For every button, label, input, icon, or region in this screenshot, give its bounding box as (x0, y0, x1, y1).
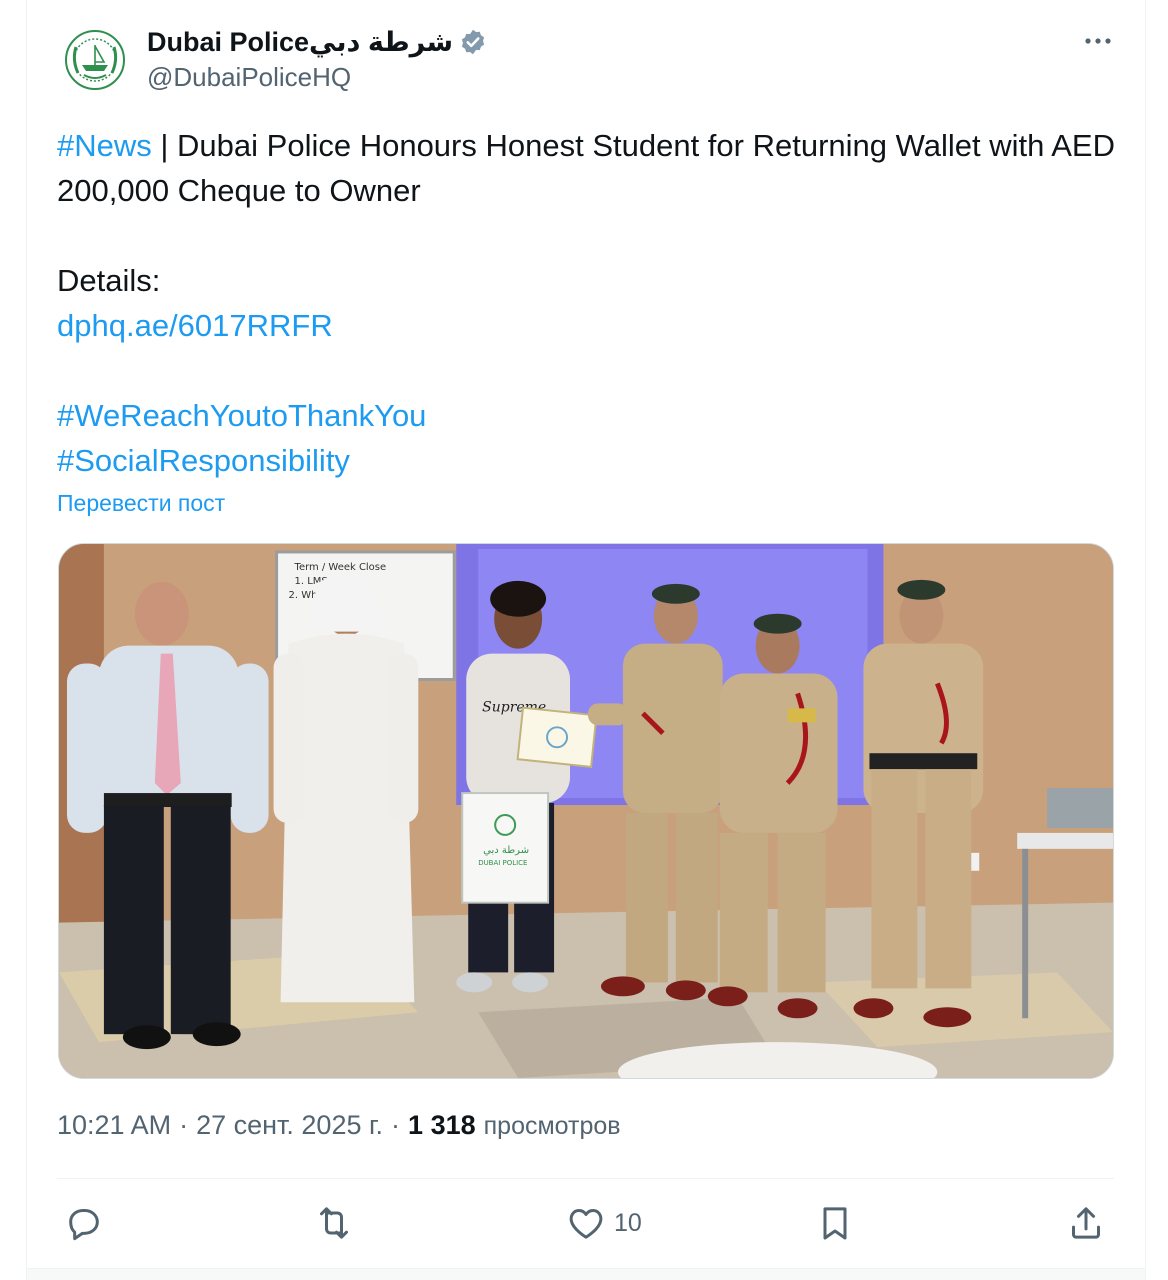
bag-text: شرطة دبي (483, 845, 529, 856)
hashtag-social-responsibility[interactable]: #SocialResponsibility (57, 438, 1127, 483)
whiteboard-text-1: Term / Week Close (294, 562, 387, 573)
more-button[interactable] (1080, 26, 1116, 56)
post-date[interactable]: 27 сент. 2025 г. (196, 1110, 383, 1141)
meta-separator: · (179, 1110, 189, 1140)
hashtag-thank-you[interactable]: #WeReachYoutoThankYou (57, 393, 1127, 438)
bookmark-icon (823, 1207, 847, 1240)
post-headline: #News | Dubai Police Honours Honest Stud… (57, 123, 1127, 213)
author-handle[interactable]: @DubaiPoliceHQ (147, 62, 351, 93)
views-count: 1 318 (408, 1110, 476, 1140)
headline-text: | Dubai Police Honours Honest Student fo… (57, 128, 1115, 208)
reply-button[interactable] (64, 1200, 104, 1246)
bookmark-button[interactable] (815, 1200, 855, 1246)
share-button[interactable] (1066, 1200, 1106, 1246)
reply-icon (69, 1209, 99, 1241)
translate-post-link[interactable]: Перевести пост (57, 490, 225, 517)
bag-text-2: DUBAI POLICE (478, 859, 527, 867)
avatar[interactable] (64, 29, 126, 91)
views-label: просмотров (483, 1112, 621, 1140)
post-time[interactable]: 10:21 AM (57, 1110, 171, 1141)
details-label: Details: (57, 263, 161, 298)
post-photo[interactable]: Term / Week Close 1. LMS 2. Wh Supreme ش… (58, 543, 1114, 1079)
actions-divider (57, 1178, 1114, 1179)
more-icon (1085, 38, 1111, 44)
whiteboard-text-3: 2. Wh (289, 590, 318, 601)
share-icon (1072, 1207, 1100, 1239)
like-button[interactable]: 10 (566, 1200, 642, 1246)
meta-separator-2: · (391, 1110, 401, 1140)
like-icon (569, 1209, 603, 1239)
author-display-name[interactable]: Dubai Policeشرطة دبي (147, 27, 453, 58)
post-meta: 10:21 AM · 27 сент. 2025 г. · 1 318 прос… (57, 1110, 621, 1141)
next-post-edge (27, 1268, 1145, 1280)
retweet-button[interactable] (314, 1200, 354, 1246)
ceremony-photo: Term / Week Close 1. LMS 2. Wh Supreme ش… (59, 544, 1113, 1078)
author-name-row[interactable]: Dubai Policeشرطة دبي (147, 24, 487, 60)
like-count: 10 (614, 1208, 642, 1237)
verified-badge-icon (461, 29, 485, 55)
hashtag-news[interactable]: #News (57, 128, 152, 163)
post-link[interactable]: dphq.ae/6017RRFR (57, 303, 1127, 348)
retweet-icon (320, 1207, 348, 1239)
dubai-police-logo (65, 30, 125, 90)
